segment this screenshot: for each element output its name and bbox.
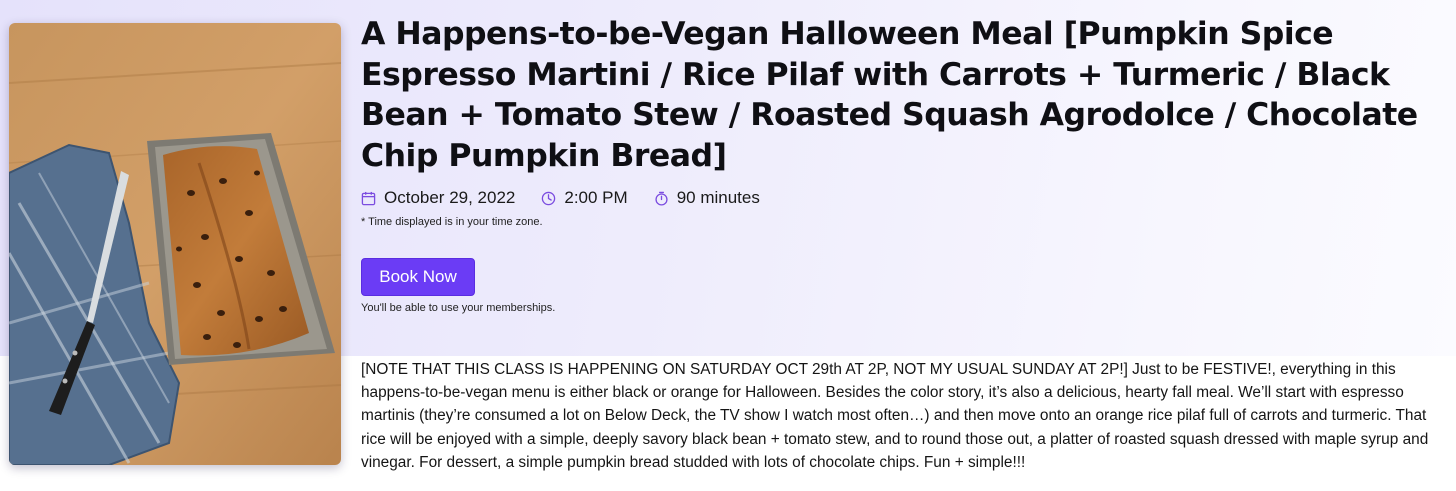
event-time: 2:00 PM (541, 188, 628, 208)
membership-note: You'll be able to use your memberships. (361, 302, 556, 314)
clock-icon (542, 191, 556, 205)
event-duration-text: 90 minutes (676, 188, 760, 207)
event-date: October 29, 2022 (361, 188, 515, 208)
event-date-text: October 29, 2022 (384, 188, 516, 207)
event-meta: October 29, 2022 2:00 PM 90 minutes (361, 186, 786, 210)
book-now-button[interactable]: Book Now (361, 258, 475, 296)
stopwatch-icon (655, 191, 668, 206)
event-duration: 90 minutes (654, 188, 760, 208)
event-description: [NOTE THAT THIS CLASS IS HAPPENING ON SA… (361, 361, 1429, 471)
event-title: A Happens-to-be-Vegan Halloween Meal [Pu… (361, 16, 1418, 174)
timezone-note: * Time displayed is in your time zone. (361, 216, 543, 228)
event-time-text: 2:00 PM (564, 188, 628, 207)
calendar-icon (361, 191, 376, 205)
event-photo (9, 23, 341, 465)
